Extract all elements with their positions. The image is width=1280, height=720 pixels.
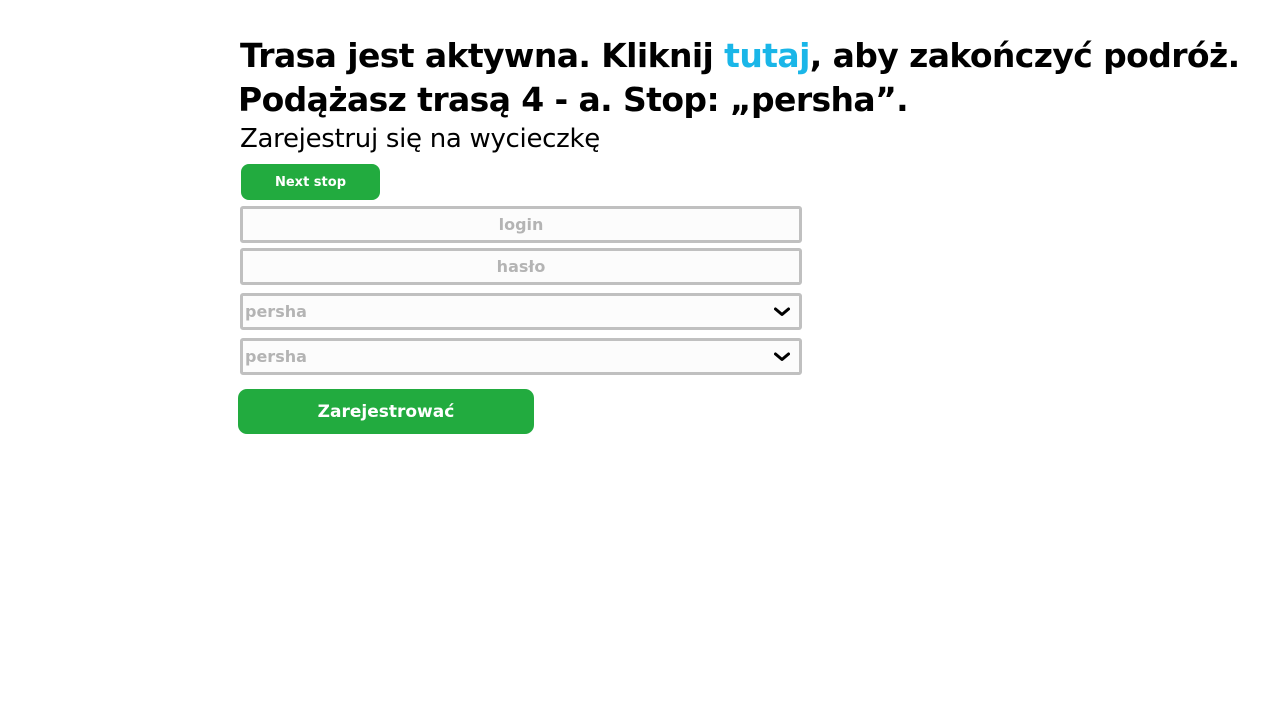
stop-select-1[interactable]: persha <box>240 293 802 330</box>
main-content: Trasa jest aktywna. Kliknij tutaj, aby z… <box>238 34 1240 434</box>
login-input[interactable] <box>243 209 799 240</box>
password-field-wrapper <box>240 248 802 285</box>
active-route-message: Trasa jest aktywna. Kliknij tutaj, aby z… <box>240 34 1240 78</box>
register-button[interactable]: Zarejestrować <box>238 389 534 434</box>
end-trip-link[interactable]: tutaj <box>724 36 810 75</box>
current-stop-message: Podążasz trasą 4 - a. Stop: „persha”. <box>238 80 909 119</box>
chevron-down-icon <box>774 352 790 361</box>
stop-select-1-value: persha <box>245 302 307 321</box>
active-route-suffix: , aby zakończyć podróż. <box>809 36 1240 75</box>
stop-select-2[interactable]: persha <box>240 338 802 375</box>
chevron-down-icon <box>774 307 790 316</box>
register-title: Zarejestruj się na wycieczkę <box>240 124 600 154</box>
stop-select-2-value: persha <box>245 347 307 366</box>
password-input[interactable] <box>243 251 799 282</box>
active-route-prefix: Trasa jest aktywna. Kliknij <box>240 36 725 75</box>
next-stop-button[interactable]: Next stop <box>241 164 380 200</box>
login-field-wrapper <box>240 206 802 243</box>
